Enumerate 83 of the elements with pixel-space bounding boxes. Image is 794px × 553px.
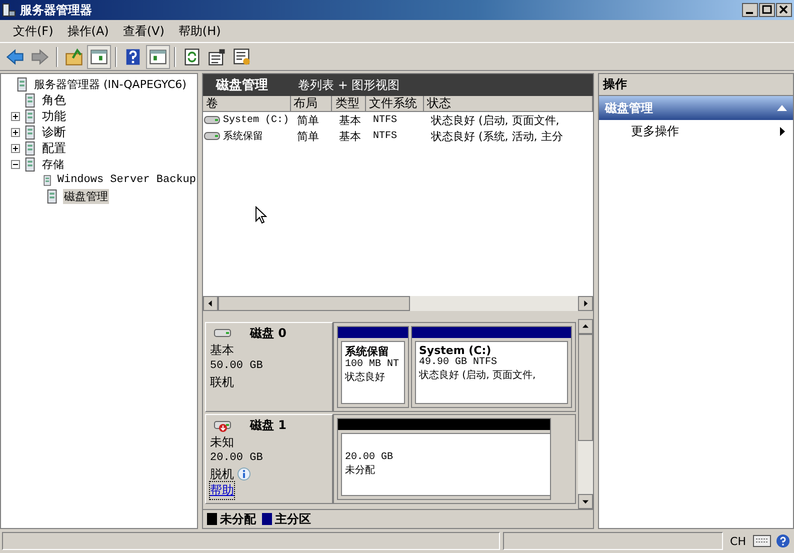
- table-cell-text: System (C:): [222, 114, 290, 126]
- caret-icon: [777, 105, 787, 111]
- scrollbar-thumb[interactable]: [218, 296, 410, 311]
- table-cell-text: 系统保留: [222, 130, 264, 143]
- table-cell-text: 基本: [338, 128, 362, 144]
- expander-icon[interactable]: [11, 160, 20, 168]
- tree-pane-icon[interactable]: [88, 46, 110, 68]
- disk-type: 基本: [210, 342, 235, 358]
- table-cell-text: 简单: [296, 128, 320, 144]
- tree-item[interactable]: 存储: [41, 156, 65, 172]
- tree-item[interactable]: 角色: [41, 92, 67, 108]
- server-icon: [2, 3, 16, 17]
- keyboard-icon[interactable]: [753, 534, 771, 548]
- minimize-icon[interactable]: [742, 3, 758, 17]
- column-header[interactable]: 卷: [203, 96, 291, 112]
- menu-item[interactable]: 文件(F): [6, 22, 60, 40]
- partition-status: 状态良好 (启动, 页面文件,: [419, 368, 537, 382]
- partition-size: 49.90 GB NTFS: [419, 357, 498, 368]
- tree-item[interactable]: 配置: [41, 140, 67, 156]
- view-label: 卷列表 + 图形视图: [298, 76, 400, 94]
- disk-size: 50.00 GB: [210, 359, 264, 374]
- table-cell-text: 状态良好 (系统, 活动, 主分: [430, 128, 563, 144]
- tree-node-icon: [42, 172, 54, 188]
- expander-icon[interactable]: [11, 128, 20, 136]
- scrollbar-thumb[interactable]: [578, 334, 593, 441]
- menu-item[interactable]: 查看(V): [116, 22, 172, 40]
- submenu-arrow-icon: [780, 127, 785, 136]
- partition-name: System (C:): [419, 344, 492, 357]
- tree-item[interactable]: 服务器管理器 (IN-QAPEGYC6): [33, 76, 188, 92]
- info-icon: [237, 467, 251, 481]
- language-indicator[interactable]: CH: [726, 534, 750, 548]
- table-cell-text: 简单: [296, 112, 320, 128]
- menu-item[interactable]: 帮助(H): [171, 22, 228, 40]
- partition-size: 100 MB NT: [345, 359, 400, 370]
- partition-block[interactable]: 系统保留 100 MB NT 状态良好: [337, 326, 409, 408]
- maximize-icon[interactable]: [759, 3, 775, 17]
- column-header[interactable]: 布局: [290, 96, 332, 112]
- window-title: 服务器管理器: [20, 2, 92, 18]
- tree-item[interactable]: 功能: [41, 108, 67, 124]
- table-cell-text: NTFS: [372, 114, 398, 126]
- legend-label: 未分配: [220, 510, 256, 528]
- help-link[interactable]: 帮助: [210, 482, 234, 499]
- column-header[interactable]: 类型: [332, 96, 366, 112]
- disk-status: 脱机: [210, 466, 234, 482]
- scroll-up-icon[interactable]: [578, 319, 593, 334]
- tree-item[interactable]: Windows Server Backup: [56, 174, 197, 186]
- scroll-down-icon[interactable]: [578, 494, 593, 509]
- actions-title: 操作: [599, 74, 793, 96]
- legend-label: 主分区: [275, 510, 311, 528]
- action-item[interactable]: 更多操作: [599, 120, 793, 143]
- table-cell-text: NTFS: [372, 130, 398, 142]
- close-icon[interactable]: [776, 3, 792, 17]
- partition-block[interactable]: System (C:) 49.90 GB NTFS 状态良好 (启动, 页面文件,: [411, 326, 572, 408]
- partition-size: 20.00 GB: [345, 452, 394, 463]
- actions-section-header[interactable]: 磁盘管理: [599, 96, 793, 120]
- expander-icon[interactable]: [11, 144, 20, 152]
- disk-size: 20.00 GB: [210, 451, 264, 466]
- partition-status: 状态良好: [345, 370, 386, 384]
- column-header[interactable]: 状态: [424, 96, 593, 112]
- scroll-right-icon[interactable]: [578, 296, 593, 311]
- disk-status: 联机: [210, 374, 234, 390]
- expander-icon[interactable]: [11, 112, 20, 120]
- action-pane-icon[interactable]: [147, 46, 169, 68]
- horizontal-scrollbar[interactable]: [203, 296, 593, 311]
- partition-name: 系统保留: [345, 344, 390, 359]
- disk-type: 未知: [210, 434, 235, 450]
- table-cell-text: 状态良好 (启动, 页面文件,: [430, 112, 560, 128]
- help-icon[interactable]: [774, 534, 792, 548]
- mouse-cursor-icon: [255, 206, 267, 224]
- disk-name: 磁盘 0: [250, 325, 287, 342]
- menu-item[interactable]: 操作(A): [60, 22, 116, 40]
- pane-title: 磁盘管理: [216, 77, 268, 94]
- vertical-scrollbar[interactable]: [578, 319, 593, 509]
- scroll-left-icon[interactable]: [203, 296, 218, 311]
- disk-name: 磁盘 1: [250, 417, 287, 434]
- tree-item[interactable]: 诊断: [41, 124, 67, 140]
- partition-block[interactable]: 20.00 GB 未分配: [337, 418, 551, 500]
- tree-item[interactable]: 磁盘管理: [63, 188, 109, 204]
- disk-info-panel[interactable]: 磁盘 0 基本 50.00 GB 联机: [205, 322, 333, 412]
- partition-status: 未分配: [345, 464, 376, 477]
- table-cell-text: 基本: [338, 112, 362, 128]
- disk-info-panel[interactable]: 磁盘 1 未知 20.00 GB 脱机 帮助: [205, 414, 333, 504]
- column-header[interactable]: 文件系统: [366, 96, 424, 112]
